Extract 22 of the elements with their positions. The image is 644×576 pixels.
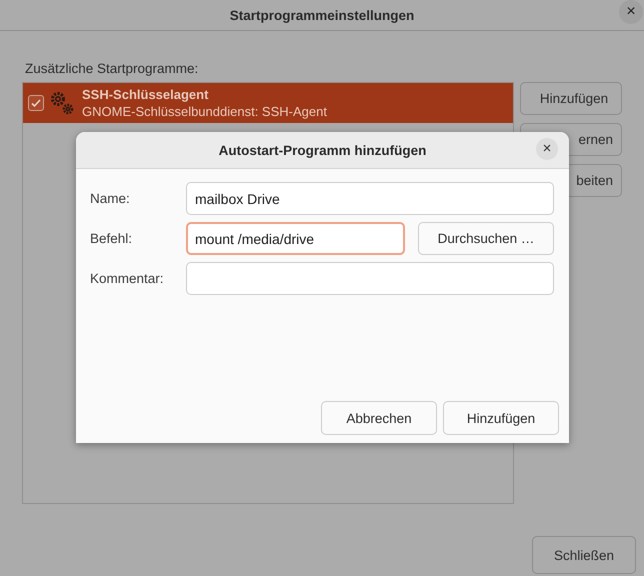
field-label: Name: <box>90 191 131 206</box>
dialog-title: Autostart-Programm hinzufügen <box>218 142 426 158</box>
checkbox[interactable] <box>28 95 44 111</box>
input-field[interactable]: mailbox Drive <box>186 182 554 215</box>
input-field[interactable] <box>186 262 554 295</box>
window-title: Startprogrammeinstellungen <box>230 8 414 22</box>
checkmark-icon <box>30 97 42 109</box>
field-label: Befehl: <box>90 231 134 246</box>
field-label: Kommentar: <box>90 271 165 286</box>
input-field[interactable]: mount /media/drive <box>186 222 405 255</box>
dialog-button[interactable]: Hinzufügen <box>443 401 559 435</box>
gears-icon <box>48 89 76 117</box>
list-label: Zusätzliche Startprogramme: <box>25 61 200 76</box>
program-row[interactable]: SSH-Schlüsselagent GNOME-Schlüsselbunddienst: SSH-Agent <box>23 83 513 123</box>
program-description: GNOME-Schlüsselbunddienst: SSH-Agent <box>82 103 327 120</box>
close-button[interactable]: × <box>619 0 643 24</box>
browse-button[interactable]: Durchsuchen … <box>418 222 554 255</box>
program-name: SSH-Schlüsselagent <box>82 86 210 103</box>
dialog-button[interactable]: Abbrechen <box>321 401 437 435</box>
side-button[interactable]: Hinzufügen <box>520 82 622 115</box>
close-button[interactable]: Schließen <box>532 536 636 574</box>
close-button[interactable]: × <box>536 138 558 160</box>
